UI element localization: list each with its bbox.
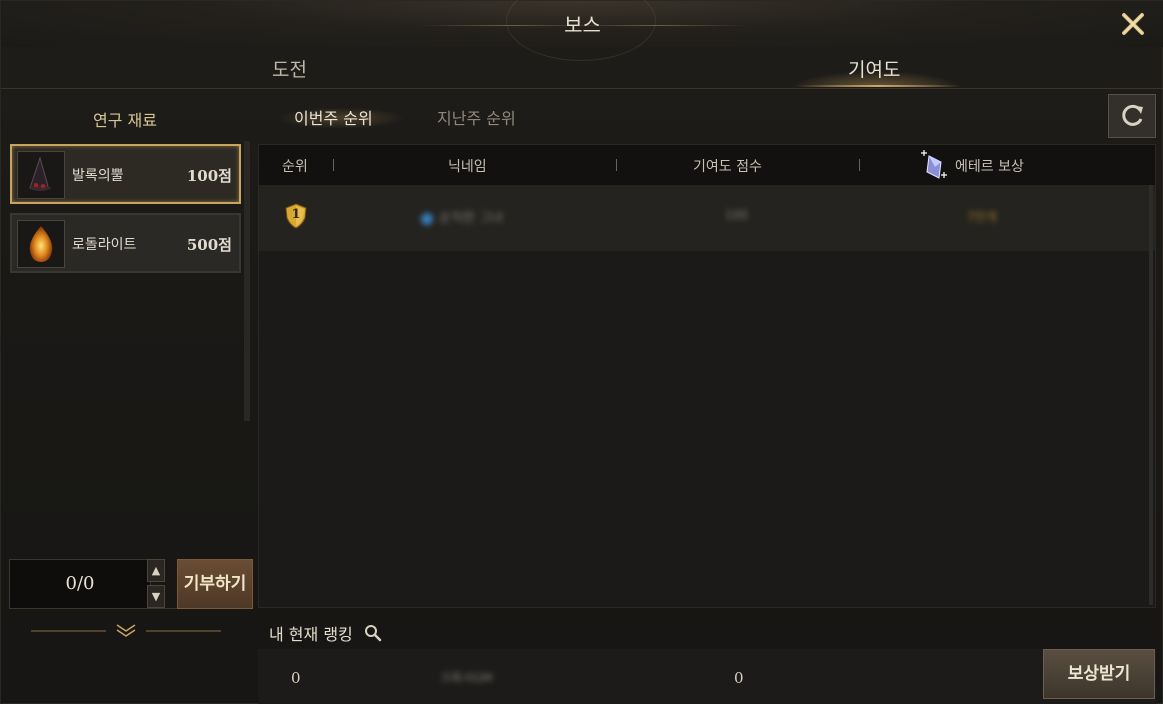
horn-icon	[17, 151, 65, 199]
chevron-down-icon	[31, 621, 221, 641]
window-title: 보스	[564, 13, 601, 37]
refresh-button[interactable]	[1108, 94, 1156, 138]
gem-icon	[17, 220, 65, 268]
header-rank: 순위	[282, 159, 308, 175]
rank-number: 1	[291, 207, 301, 222]
ranking-period-tabs: 이번주 순위 지난주 순위	[258, 93, 1158, 138]
main-tabs: 도전 기여도	[1, 47, 1163, 89]
ranking-table: 순위 닉네임 기여도 점수 에테르 보상 1 순직한 그녀 100 7만개	[258, 144, 1156, 608]
material-points: 100점	[186, 167, 232, 185]
class-icon	[421, 212, 433, 225]
refresh-icon	[1122, 104, 1143, 126]
header-reward: 에테르 보상	[955, 159, 1024, 175]
quantity-up-button[interactable]: ▲	[147, 559, 165, 582]
header-separator	[616, 159, 617, 171]
table-row[interactable]: 1 순직한 그녀 100 7만개	[259, 185, 1155, 251]
table-header: 순위 닉네임 기여도 점수 에테르 보상	[259, 145, 1155, 185]
close-button[interactable]	[1120, 11, 1146, 37]
close-icon	[1122, 13, 1144, 35]
donate-button[interactable]: 기부하기	[177, 559, 253, 609]
my-score: 0	[734, 669, 744, 687]
my-rank-label-text: 내 현재 랭킹	[269, 625, 353, 644]
claim-reward-button[interactable]: 보상받기	[1043, 649, 1155, 699]
table-scrollbar[interactable]	[1149, 185, 1153, 605]
quantity-value: 0/0	[65, 573, 95, 594]
my-nickname: 크록서GM	[440, 671, 493, 685]
tab-last-week[interactable]: 지난주 순위	[437, 105, 516, 129]
header-separator	[859, 159, 860, 171]
header-nickname: 닉네임	[448, 159, 487, 175]
header-separator	[333, 159, 334, 171]
material-item-rhodolite[interactable]: 로돌라이트 500점	[10, 213, 241, 273]
my-rank-bar: 0 크록서GM 0 보상받기	[258, 649, 1156, 704]
row-score: 100	[725, 208, 748, 222]
ether-crystal-icon	[921, 150, 947, 179]
my-rank-label: 내 현재 랭킹	[269, 621, 382, 645]
header-score: 기여도 점수	[693, 159, 762, 175]
quantity-down-button[interactable]: ▼	[147, 585, 165, 608]
quantity-input[interactable]: 0/0	[9, 559, 151, 609]
tab-contribution[interactable]: 기여도	[848, 55, 900, 82]
materials-panel: 연구 재료 발록의뿔 100점 로돌라이트 500점	[1, 91, 253, 704]
material-item-horn[interactable]: 발록의뿔 100점	[10, 144, 241, 204]
material-name: 로돌라이트	[72, 237, 137, 253]
material-points: 500점	[186, 236, 232, 254]
window-header: 보스	[1, 0, 1163, 61]
nickname-text: 순직한 그녀	[439, 211, 503, 226]
search-icon[interactable]	[364, 624, 382, 642]
materials-title: 연구 재료	[93, 111, 157, 130]
rank-badge-icon: 1	[285, 203, 307, 229]
tab-challenge[interactable]: 도전	[272, 55, 307, 82]
materials-scrollbar[interactable]	[244, 141, 250, 421]
material-name: 발록의뿔	[72, 168, 124, 184]
active-tab-underline	[796, 85, 961, 87]
my-rank-value: 0	[291, 669, 301, 687]
row-reward: 7만개	[967, 210, 997, 224]
tab-this-week[interactable]: 이번주 순위	[294, 105, 373, 129]
row-nickname: 순직한 그녀	[421, 207, 503, 226]
boss-window: 보스 도전 기여도 연구 재료 발록의뿔 100점 로돌라이트 500점 0/0…	[0, 0, 1163, 704]
